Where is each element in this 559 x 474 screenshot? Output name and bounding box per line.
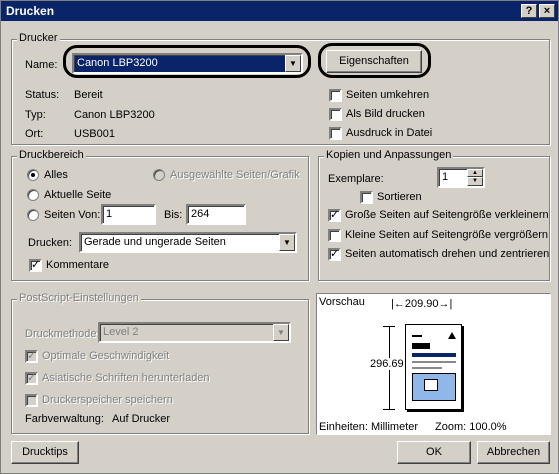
- units-label: Einheiten: Millimeter: [319, 421, 419, 433]
- preview-pane: Vorschau |←209.90→| 296.69 Einheiten: Mi…: [316, 293, 551, 435]
- asian-fonts-label: Asiatische Schriften herunterladen: [42, 372, 210, 384]
- location-value: USB001: [74, 128, 115, 140]
- ok-button[interactable]: OK: [397, 441, 471, 464]
- color-mgmt-label: Farbverwaltung:: [25, 413, 104, 425]
- thumb-line: [412, 361, 456, 363]
- height-dimension-cap-top: [383, 326, 395, 327]
- radio-pages-label: Seiten Von:: [44, 209, 101, 221]
- reverse-pages-label: Seiten umkehren: [346, 89, 430, 101]
- postscript-group-label: PostScript-Einstellungen: [17, 292, 141, 304]
- thumb-band: [412, 353, 456, 357]
- width-dimension: |←209.90→|: [391, 298, 453, 310]
- save-memory-checkbox[interactable]: [25, 394, 38, 407]
- save-memory-label: Druckerspeicher speichern: [42, 394, 173, 406]
- print-tips-label: Drucktips: [22, 446, 68, 458]
- shrink-label: Große Seiten auf Seitengröße verkleinern: [345, 209, 549, 221]
- location-label: Ort:: [25, 128, 44, 140]
- method-label: Druckmethode:: [25, 328, 100, 340]
- collate-checkbox[interactable]: [360, 191, 373, 204]
- copies-group-label: Kopien und Anpassungen: [324, 149, 454, 161]
- close-button[interactable]: ×: [539, 4, 555, 18]
- height-value: 296.69: [370, 358, 404, 370]
- status-label: Status:: [25, 89, 60, 101]
- print-as-image-label: Als Bild drucken: [346, 108, 425, 120]
- optimize-label: Optimale Geschwindigkeit: [42, 350, 170, 362]
- to-page-value: 264: [191, 208, 210, 220]
- shrink-checkbox[interactable]: ✓: [328, 209, 341, 222]
- check-icon: ✓: [330, 209, 340, 221]
- radio-selected-label: Ausgewählte Seiten/Grafik: [170, 169, 300, 181]
- radio-pages[interactable]: [27, 209, 39, 221]
- ok-label: OK: [426, 446, 442, 458]
- thumb-line: [412, 367, 442, 369]
- reverse-pages-checkbox[interactable]: [329, 89, 342, 102]
- thumb-inset: [424, 379, 438, 391]
- thumb-heading: [412, 343, 430, 349]
- radio-selected[interactable]: [153, 169, 165, 181]
- optimize-checkbox[interactable]: ✓: [25, 350, 38, 363]
- printer-group-label: Drucker: [17, 32, 60, 44]
- expand-label: Kleine Seiten auf Seitengröße vergrößern: [345, 229, 549, 241]
- collate-label: Sortieren: [377, 191, 422, 203]
- thumb-mark: [412, 335, 422, 337]
- autorotate-label: Seiten automatisch drehen und zentrieren: [345, 248, 550, 260]
- print-to-file-checkbox[interactable]: [329, 127, 342, 140]
- radio-all-label: Alles: [44, 169, 68, 181]
- asian-fonts-checkbox[interactable]: ✓: [25, 372, 38, 385]
- zoom-label: Zoom: 100.0%: [435, 421, 507, 433]
- chevron-down-icon[interactable]: ▼: [279, 234, 295, 251]
- print-subset-label: Drucken:: [28, 237, 73, 249]
- help-button[interactable]: ?: [521, 4, 537, 18]
- cancel-label: Abbrechen: [486, 446, 541, 458]
- window-title: Drucken: [6, 4, 55, 18]
- thumb-logo-icon: [448, 332, 456, 339]
- check-icon: ✓: [27, 350, 37, 362]
- height-dimension-cap-bottom: [383, 409, 395, 410]
- check-icon: ✓: [31, 259, 41, 271]
- method-select[interactable]: Level 2 ▼: [98, 322, 291, 343]
- comments-label: Kommentare: [46, 259, 109, 271]
- chevron-down-icon[interactable]: ▼: [273, 324, 289, 341]
- to-page-label: Bis:: [164, 209, 183, 221]
- radio-dot: [31, 173, 35, 177]
- comments-checkbox[interactable]: ✓: [29, 259, 42, 272]
- check-icon: ✓: [330, 248, 340, 260]
- page-thumbnail: [405, 324, 462, 410]
- copies-label: Exemplare:: [328, 173, 384, 185]
- print-tips-button[interactable]: Drucktips: [11, 441, 79, 464]
- highlight-ring-properties: [318, 43, 431, 78]
- from-page-value: 1: [106, 208, 113, 220]
- check-icon: ✓: [27, 372, 37, 384]
- radio-current-page-label: Aktuelle Seite: [44, 189, 112, 201]
- radio-current-page[interactable]: [27, 189, 39, 201]
- cancel-button[interactable]: Abbrechen: [477, 441, 550, 464]
- copies-value: 1: [442, 171, 449, 183]
- highlight-ring-name: [63, 45, 311, 78]
- print-subset-value: Gerade und ungerade Seiten: [84, 236, 226, 248]
- copies-input[interactable]: 1 ▲ ▼: [437, 167, 485, 188]
- spin-up-icon[interactable]: ▲: [467, 169, 483, 177]
- to-page-input[interactable]: 264: [186, 204, 246, 225]
- spin-down-icon[interactable]: ▼: [467, 177, 483, 186]
- color-mgmt-value: Auf Drucker: [112, 413, 171, 425]
- status-value: Bereit: [74, 89, 103, 101]
- width-value: 209.90: [404, 298, 439, 310]
- print-range-group-label: Druckbereich: [17, 149, 86, 161]
- from-page-input[interactable]: 1: [101, 204, 156, 225]
- printer-name-label: Name:: [25, 59, 58, 71]
- title-bar: Drucken: [1, 1, 558, 21]
- preview-label: Vorschau: [319, 296, 365, 308]
- radio-all[interactable]: [27, 169, 39, 181]
- method-value: Level 2: [103, 326, 139, 338]
- print-to-file-label: Ausdruck in Datei: [346, 127, 433, 139]
- print-subset-select[interactable]: Gerade und ungerade Seiten ▼: [79, 232, 297, 253]
- autorotate-checkbox[interactable]: ✓: [328, 248, 341, 261]
- type-label: Typ:: [25, 109, 46, 121]
- expand-checkbox[interactable]: [328, 229, 341, 242]
- type-value: Canon LBP3200: [74, 109, 155, 121]
- print-as-image-checkbox[interactable]: [329, 108, 342, 121]
- print-dialog: Drucken ? × Drucker Name: Canon LBP3200 …: [0, 0, 559, 474]
